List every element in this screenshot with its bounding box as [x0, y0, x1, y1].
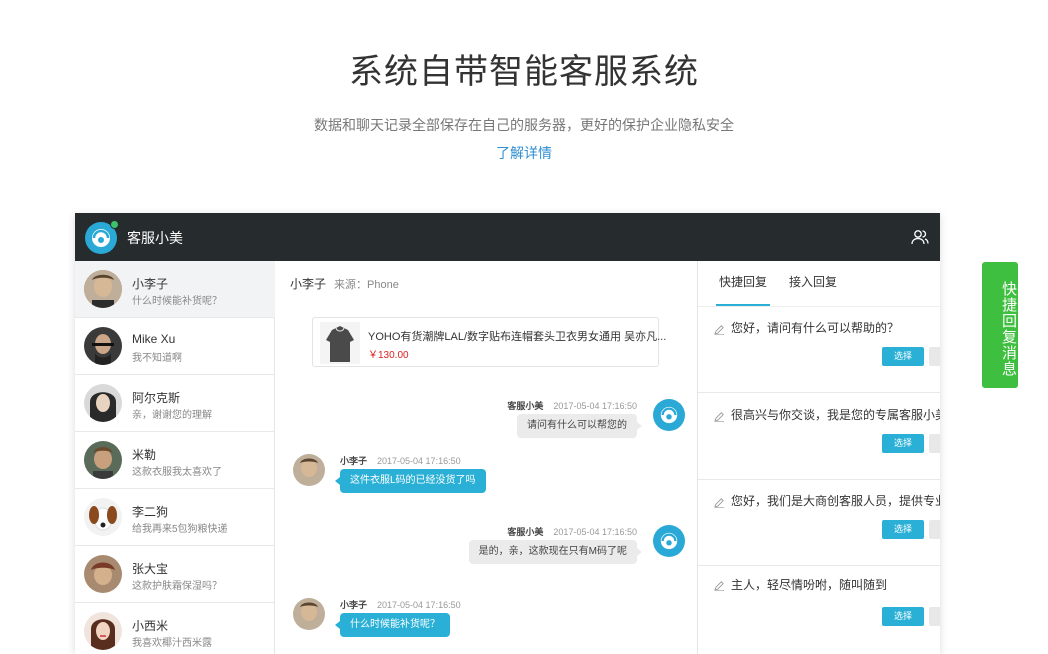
quick-reply-text: 主人，轻尽情吩咐，随叫随到	[731, 578, 888, 592]
quick-reply-text: 您好，请问有什么可以帮助的？	[731, 321, 900, 335]
agent-name: 客服小美	[127, 230, 183, 246]
chat-panel: 小李子 来源：Phone YOHO有货潮牌LAL/数字贴布连帽套头卫衣男女通用 吴…	[275, 261, 697, 654]
topbar: 客服小美	[75, 213, 940, 261]
select-button[interactable]: 选择	[882, 607, 924, 626]
contact-name: 小西米	[132, 619, 169, 633]
pen-icon	[714, 325, 725, 335]
contact-list: 小李子 什么时候能补货呢？ Mike Xu 我不知道啊 阿尔克斯 亲，谢谢您的理…	[75, 261, 275, 654]
delete-button[interactable]: 删除	[929, 434, 940, 453]
contact-item[interactable]: 张大宝 这款护肤霜保湿吗？	[75, 546, 275, 603]
select-button[interactable]: 选择	[882, 347, 924, 366]
message-sender: 小李子	[340, 456, 368, 466]
message-time: 2017-05-04 17:16:50	[377, 600, 461, 610]
contact-preview: 这款护肤霜保湿吗？	[132, 581, 222, 592]
contact-avatar	[84, 327, 122, 365]
delete-button[interactable]: 删除	[929, 607, 940, 626]
message-meta: 小李子 2017-05-04 17:16:50	[340, 598, 461, 611]
contact-avatar	[84, 555, 122, 593]
product-card[interactable]: YOHO有货潮牌LAL/数字贴布连帽套头卫衣男女通用 吴亦凡... ￥130.0…	[312, 317, 666, 367]
message-bubble: 请问有什么可以帮您的	[517, 414, 642, 438]
message-bubble: 什么时候能补货呢？	[335, 613, 450, 637]
product-title: YOHO有货潮牌LAL/数字贴布连帽套头卫衣男女通用 吴亦凡...	[368, 331, 667, 343]
tab-quick-reply[interactable]: 快捷回复	[719, 273, 767, 290]
tab-incoming-reply[interactable]: 接入回复	[789, 273, 837, 290]
quick-reply-panel: 快捷回复 接入回复 您好，请问有什么可以帮助的？ 选择 删除 很高兴与你交谈，我…	[697, 261, 940, 654]
contact-preview: 什么时候能补货呢？	[132, 296, 222, 307]
product-thumbnail	[320, 322, 360, 364]
contact-name: 李二狗	[132, 505, 169, 519]
chat-header-name: 小李子	[290, 277, 327, 291]
contact-item[interactable]: 李二狗 给我再来5包狗粮快递	[75, 489, 275, 546]
agent-avatar-icon	[653, 525, 685, 557]
delete-button[interactable]: 删除	[929, 520, 940, 539]
contact-item[interactable]: 小李子 什么时候能补货呢？	[75, 261, 275, 318]
select-button[interactable]: 选择	[882, 520, 924, 539]
message-sender: 客服小美	[507, 527, 544, 537]
contact-avatar	[84, 384, 122, 422]
message-sender: 小李子	[340, 600, 368, 610]
message-meta: 客服小美 2017-05-04 17:16:50	[507, 525, 637, 538]
contact-name: 张大宝	[132, 562, 169, 576]
quick-reply-item: 主人，轻尽情吩咐，随叫随到 选择 删除	[698, 566, 940, 652]
contact-avatar	[84, 498, 122, 536]
contact-item[interactable]: 小西米 我喜欢椰汁西米露	[75, 603, 275, 654]
message-meta: 小李子 2017-05-04 17:16:50	[340, 454, 461, 467]
message-time: 2017-05-04 17:16:50	[553, 401, 637, 411]
user-avatar	[293, 598, 325, 630]
online-status-icon	[110, 220, 119, 229]
contact-preview: 给我再来5包狗粮快递	[132, 524, 228, 535]
message-meta: 客服小美 2017-05-04 17:16:50	[507, 399, 637, 412]
quick-reply-item: 您好，我们是大商创客服人员，提供专业服务 选择 删除	[698, 480, 940, 566]
quick-reply-side-tab[interactable]: 快捷回复消息	[982, 262, 1018, 388]
message-bubble: 这件衣服L码的已经没货了吗	[335, 469, 486, 493]
pen-icon	[714, 412, 725, 422]
chat-app-window: 客服小美 小李子 什么时候能补货呢？ Mike Xu 我不知道啊 阿尔克斯 亲，…	[75, 213, 940, 654]
quick-reply-text: 您好，我们是大商创客服人员，提供专业服务	[731, 494, 940, 508]
chat-header-source: 来源：Phone	[334, 279, 399, 291]
contact-name: 米勒	[132, 448, 157, 462]
agent-avatar-icon	[653, 399, 685, 431]
contact-preview: 我喜欢椰汁西米露	[132, 638, 212, 649]
chat-header: 小李子 来源：Phone	[290, 275, 399, 292]
quick-reply-item: 您好，请问有什么可以帮助的？ 选择 删除	[698, 307, 940, 393]
contact-name: Mike Xu	[132, 332, 176, 346]
contact-preview: 亲，谢谢您的理解	[132, 410, 212, 421]
pen-icon	[714, 581, 725, 591]
pen-icon	[714, 498, 725, 508]
contact-avatar	[84, 612, 122, 650]
message-time: 2017-05-04 17:16:50	[553, 527, 637, 537]
users-icon[interactable]	[910, 227, 930, 247]
contact-name: 小李子	[132, 277, 169, 291]
select-button[interactable]: 选择	[882, 434, 924, 453]
contact-item[interactable]: 阿尔克斯 亲，谢谢您的理解	[75, 375, 275, 432]
contact-avatar	[84, 441, 122, 479]
contact-preview: 我不知道啊	[132, 353, 182, 364]
contact-avatar	[84, 270, 122, 308]
contact-item[interactable]: Mike Xu 我不知道啊	[75, 318, 275, 375]
message-time: 2017-05-04 17:16:50	[377, 456, 461, 466]
quick-reply-item: 很高兴与你交谈，我是您的专属客服小美 选择 删除	[698, 394, 940, 480]
message-bubble: 是的，亲，这款现在只有M码了呢	[468, 540, 643, 564]
user-avatar	[293, 454, 325, 486]
hero-subtitle: 数据和聊天记录全部保存在自己的服务器，更好的保护企业隐私安全	[314, 117, 734, 133]
quick-reply-text: 很高兴与你交谈，我是您的专属客服小美	[731, 408, 940, 422]
message-sender: 客服小美	[507, 401, 544, 411]
delete-button[interactable]: 删除	[929, 347, 940, 366]
contact-item[interactable]: 米勒 这款衣服我太喜欢了	[75, 432, 275, 489]
product-price: ￥130.00	[368, 350, 409, 361]
learn-more-link[interactable]: 了解详情	[0, 143, 1048, 163]
contact-preview: 这款衣服我太喜欢了	[132, 467, 222, 478]
hero-title: 系统自带智能客服系统	[349, 53, 699, 91]
contact-name: 阿尔克斯	[132, 391, 181, 405]
